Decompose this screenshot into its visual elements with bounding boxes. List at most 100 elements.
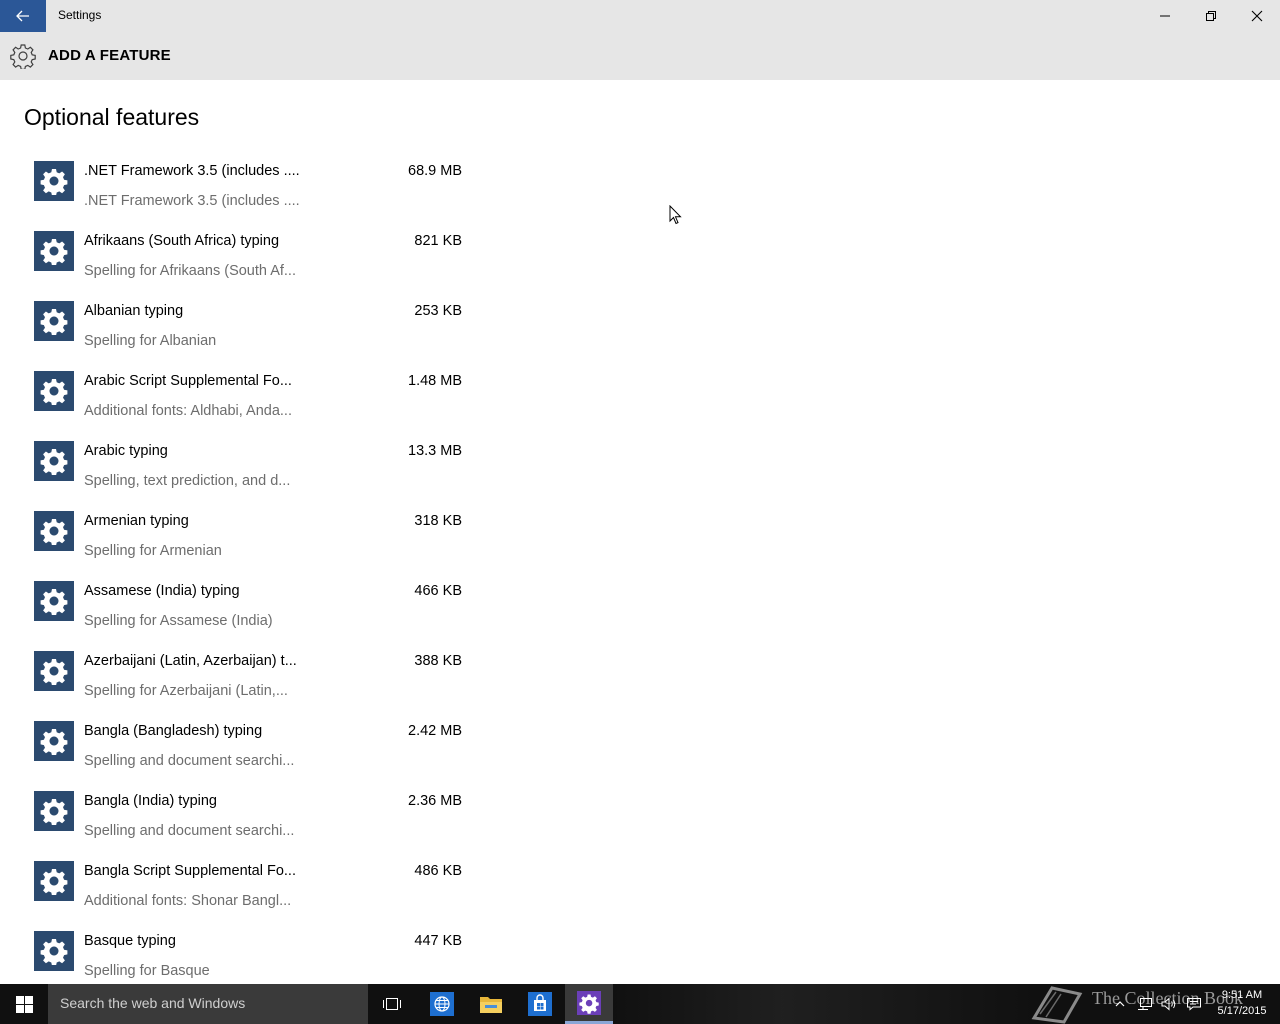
page-title: Optional features [24,104,200,130]
feature-name: Bangla (India) typing [84,793,217,809]
feature-size: 253 KB [414,303,462,319]
clock-date: 5/17/2015 [1217,1005,1267,1017]
restore-icon [1206,11,1216,21]
task-view-icon [383,998,401,1010]
feature-item[interactable]: Armenian typing Spelling for Armenian 31… [0,508,480,578]
browser-globe-icon [430,992,454,1016]
task-view-button[interactable] [368,984,416,1024]
taskbar-settings-app[interactable] [565,984,613,1024]
feature-item[interactable]: .NET Framework 3.5 (includes .... .NET F… [0,158,480,228]
restore-button[interactable] [1188,0,1234,32]
feature-description: Spelling and document searchi... [84,823,295,839]
feature-gear-icon [34,301,74,341]
show-hidden-icons-button[interactable] [1110,984,1130,1024]
feature-item[interactable]: Arabic typing Spelling, text prediction,… [0,438,480,508]
feature-gear-icon [34,721,74,761]
feature-item[interactable]: Bangla (India) typing Spelling and docum… [0,788,480,858]
feature-item[interactable]: Bangla Script Supplemental Fo... Additio… [0,858,480,928]
feature-name: Bangla (Bangladesh) typing [84,723,263,739]
minimize-button[interactable] [1142,0,1188,32]
back-arrow-icon [16,10,29,22]
feature-name: Azerbaijani (Latin, Azerbaijan) t... [84,653,297,669]
clock-time: 9:51 AM [1221,989,1263,1001]
taskbar-browser-app[interactable] [418,984,466,1024]
volume-tray-button[interactable] [1158,984,1180,1024]
gear-icon [10,44,36,69]
feature-size: 447 KB [414,933,462,949]
feature-size: 1.48 MB [408,373,462,389]
start-button[interactable] [0,984,48,1024]
feature-size: 486 KB [414,863,462,879]
taskbar-file-explorer[interactable] [467,984,515,1024]
minimize-icon [1160,15,1170,17]
folder-icon [480,997,502,1013]
feature-description: Additional fonts: Shonar Bangl... [84,893,292,909]
chevron-up-icon [1115,1001,1125,1007]
feature-description: Spelling for Armenian [84,543,222,559]
feature-gear-icon [34,441,74,481]
close-icon [1251,10,1263,22]
feature-gear-icon [34,791,74,831]
feature-gear-icon [34,161,74,201]
feature-name: Arabic typing [84,443,168,459]
feature-description: Spelling for Afrikaans (South Af... [84,263,296,279]
feature-name: Bangla Script Supplemental Fo... [84,863,296,879]
feature-size: 821 KB [414,233,462,249]
feature-description: Spelling, text prediction, and d... [84,473,291,489]
feature-gear-icon [34,581,74,621]
feature-name: .NET Framework 3.5 (includes .... [84,163,300,179]
network-tray-button[interactable] [1134,984,1156,1024]
close-button[interactable] [1234,0,1280,32]
feature-item[interactable]: Albanian typing Spelling for Albanian 25… [0,298,480,368]
speaker-icon [1161,997,1176,1011]
feature-description: Spelling for Assamese (India) [84,613,273,629]
feature-size: 2.42 MB [408,723,462,739]
action-center-button[interactable] [1182,984,1206,1024]
feature-item[interactable]: Azerbaijani (Latin, Azerbaijan) t... Spe… [0,648,480,718]
feature-name: Afrikaans (South Africa) typing [84,233,280,249]
feature-description: Spelling for Basque [84,963,210,979]
taskbar-search-box[interactable]: Search the web and Windows [48,984,368,1024]
feature-description: Spelling and document searchi... [84,753,295,769]
feature-item[interactable]: Arabic Script Supplemental Fo... Additio… [0,368,480,438]
feature-gear-icon [34,371,74,411]
taskbar-store-app[interactable] [516,984,564,1024]
feature-description: .NET Framework 3.5 (includes .... [84,193,300,209]
network-icon [1138,998,1152,1010]
desktop-background-peek [610,984,1040,1024]
feature-item[interactable]: Afrikaans (South Africa) typing Spelling… [0,228,480,298]
feature-gear-icon [34,931,74,971]
feature-item[interactable]: Bangla (Bangladesh) typing Spelling and … [0,718,480,788]
header-title: ADD A FEATURE [48,47,171,64]
feature-name: Arabic Script Supplemental Fo... [84,373,292,389]
notification-icon [1187,998,1201,1011]
feature-name: Albanian typing [84,303,184,319]
feature-item[interactable]: Assamese (India) typing Spelling for Ass… [0,578,480,648]
feature-name: Assamese (India) typing [84,583,240,599]
search-placeholder: Search the web and Windows [60,995,246,1011]
feature-name: Basque typing [84,933,176,949]
mouse-cursor-icon [669,205,682,225]
store-bag-icon [528,992,552,1016]
feature-gear-icon [34,861,74,901]
window-title: Settings [58,8,102,22]
feature-name: Armenian typing [84,513,189,529]
feature-size: 2.36 MB [408,793,462,809]
feature-size: 68.9 MB [408,163,462,179]
taskbar-clock[interactable]: 9:51 AM 5/17/2015 [1212,987,1272,1019]
feature-gear-icon [34,231,74,271]
feature-size: 388 KB [414,653,462,669]
settings-gear-icon [577,990,601,1015]
windows-logo-icon [15,995,33,1013]
back-button[interactable] [0,0,46,32]
feature-size: 466 KB [414,583,462,599]
taskbar: Search the web and Windows The Collectio… [0,984,1280,1024]
title-bar: Settings [0,0,1280,32]
feature-size: 318 KB [414,513,462,529]
feature-description: Additional fonts: Aldhabi, Anda... [84,403,292,419]
feature-description: Spelling for Azerbaijani (Latin,... [84,683,288,699]
page-header: ADD A FEATURE [0,32,1280,80]
feature-gear-icon [34,511,74,551]
book-icon [1031,986,1083,1024]
feature-size: 13.3 MB [408,443,462,459]
